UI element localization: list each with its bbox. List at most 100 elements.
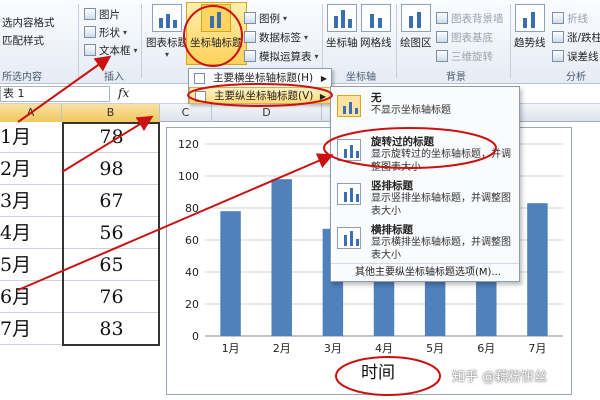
submenu-item-rotated-title[interactable]: 旋转过的标题 显示旋转过的坐标轴标题，并调整图表大小: [331, 131, 519, 175]
submenu-item-horizontal-title[interactable]: 横排标题 显示横排坐标轴标题，并调整图表大小: [331, 219, 519, 263]
axis-title-button[interactable]: 坐标轴标题: [186, 2, 247, 65]
table-row: 6月 76: [0, 282, 160, 313]
column-header-c[interactable]: C: [160, 104, 212, 122]
horizontal-title-icon: [337, 227, 361, 249]
3d-rotation-button[interactable]: 三维旋转: [436, 48, 493, 64]
reset-to-match-style-button[interactable]: 匹配样式: [2, 32, 44, 48]
y-tick-label: 100: [178, 170, 199, 183]
up-down-bars-button[interactable]: 涨/跌柱线: [552, 29, 600, 45]
chart-wall-button[interactable]: 图表背景墙: [436, 10, 504, 26]
value-cell[interactable]: 76: [62, 282, 160, 313]
name-box[interactable]: 表 1: [0, 86, 110, 102]
bar: [527, 203, 548, 336]
primary-horizontal-axis-title-item[interactable]: 主要横坐标轴标题(H) ▶: [189, 70, 331, 87]
x-axis-title[interactable]: 时间: [342, 358, 414, 383]
bar: [220, 211, 241, 336]
legend-icon: [244, 12, 256, 24]
submenu-item-vertical-title[interactable]: 竖排标题 显示竖排坐标轴标题，并调整图表大小: [331, 175, 519, 219]
table-row: 3月 67: [0, 186, 160, 217]
table-row: 2月 98: [0, 154, 160, 185]
y-tick-label: 20: [185, 298, 199, 311]
month-cell[interactable]: 3月: [0, 186, 62, 217]
axis-title-menu: 主要横坐标轴标题(H) ▶ 主要纵坐标轴标题(V) ▶: [188, 68, 332, 104]
table-row: 1月 78: [0, 122, 160, 153]
y-tick-label: 40: [185, 266, 199, 279]
month-cell[interactable]: 7月: [0, 314, 62, 345]
horizontal-axis-icon: [194, 73, 205, 84]
insert-textbox-button[interactable]: 文本框 ▾: [84, 42, 138, 58]
y-tick-label: 120: [178, 138, 199, 151]
y-tick-label: 0: [192, 330, 199, 343]
picture-icon: [84, 8, 96, 20]
no-title-icon: [337, 95, 361, 117]
axes-group-label: 坐标轴: [346, 72, 376, 83]
textbox-icon: [84, 44, 96, 56]
data-labels-icon: [244, 31, 256, 43]
vertical-title-icon: [337, 183, 361, 205]
table-row: 4月 56: [0, 218, 160, 249]
up-down-bars-icon: [552, 31, 564, 43]
value-cell[interactable]: 65: [62, 250, 160, 281]
x-tick-label: 6月: [477, 342, 495, 355]
data-table-button[interactable]: 模拟运算表 ▾: [244, 48, 319, 64]
table-row: 7月 83: [0, 314, 160, 345]
plot-area-button[interactable]: 绘图区: [400, 4, 432, 50]
background-group-label: 背景: [446, 72, 466, 83]
format-selection-button[interactable]: 选内容格式: [2, 14, 55, 30]
shape-icon: [84, 26, 96, 38]
fx-icon[interactable]: fx: [118, 86, 129, 100]
data-table-icon: [244, 50, 256, 62]
month-cell[interactable]: 1月: [0, 122, 62, 153]
x-tick-label: 4月: [375, 342, 393, 355]
error-bars-button[interactable]: 误差线: [552, 48, 599, 64]
y-tick-label: 60: [185, 234, 199, 247]
watermark: 知乎 @藕粉饼丝: [452, 370, 548, 385]
value-cell[interactable]: 83: [62, 314, 160, 345]
vertical-axis-title-submenu: 无 不显示坐标轴标题 旋转过的标题 显示旋转过的坐标轴标题，并调整图表大小 竖排…: [330, 86, 520, 282]
x-tick-label: 7月: [528, 342, 546, 355]
x-tick-label: 5月: [426, 342, 444, 355]
value-cell[interactable]: 56: [62, 218, 160, 249]
insert-shape-button[interactable]: 形状 ▾: [84, 24, 127, 40]
column-header-b[interactable]: B: [62, 104, 160, 122]
lines-icon: [552, 12, 564, 24]
value-cell[interactable]: 67: [62, 186, 160, 217]
analysis-group-label: 分析: [566, 72, 586, 83]
month-cell[interactable]: 5月: [0, 250, 62, 281]
month-cell[interactable]: 6月: [0, 282, 62, 313]
rotated-title-icon: [337, 139, 361, 161]
gridlines-button[interactable]: 网格线: [360, 4, 392, 50]
data-labels-button[interactable]: 数据标签 ▾: [244, 29, 308, 45]
x-tick-label: 3月: [324, 342, 342, 355]
chart-title-icon: [152, 4, 182, 32]
lines-button[interactable]: 折线: [552, 10, 588, 26]
primary-vertical-axis-title-item[interactable]: 主要纵坐标轴标题(V) ▶: [189, 87, 331, 104]
x-tick-label: 1月: [222, 342, 240, 355]
chart-floor-button[interactable]: 图表基底: [436, 29, 493, 45]
axes-button[interactable]: 坐标轴: [326, 4, 358, 50]
axis-title-icon: [201, 4, 232, 32]
3d-rotation-icon: [436, 50, 448, 62]
trendline-button[interactable]: 趋势线: [514, 4, 546, 50]
legend-button[interactable]: 图例 ▾: [244, 10, 287, 26]
y-tick-label: 80: [185, 202, 199, 215]
gridlines-icon: [360, 4, 391, 32]
value-cell[interactable]: 98: [62, 154, 160, 185]
more-vertical-axis-title-options[interactable]: 其他主要纵坐标轴标题选项(M)...: [331, 263, 519, 281]
bar: [271, 179, 292, 336]
month-cell[interactable]: 4月: [0, 218, 62, 249]
axes-icon: [326, 4, 357, 32]
table-row: 5月 65: [0, 250, 160, 281]
chart-title-button[interactable]: 图表标题 ▾: [146, 4, 188, 59]
submenu-item-none[interactable]: 无 不显示坐标轴标题: [331, 87, 519, 131]
trendline-icon: [514, 4, 545, 32]
x-tick-label: 2月: [273, 342, 291, 355]
column-header-a[interactable]: A: [0, 104, 62, 122]
selection-group-label: 所选内容: [2, 72, 42, 83]
month-cell[interactable]: 2月: [0, 154, 62, 185]
chart-wall-icon: [436, 12, 448, 24]
column-header-d[interactable]: D: [212, 104, 322, 122]
insert-picture-button[interactable]: 图片: [84, 6, 120, 22]
chart-floor-icon: [436, 31, 448, 43]
value-cell[interactable]: 78: [62, 122, 160, 153]
